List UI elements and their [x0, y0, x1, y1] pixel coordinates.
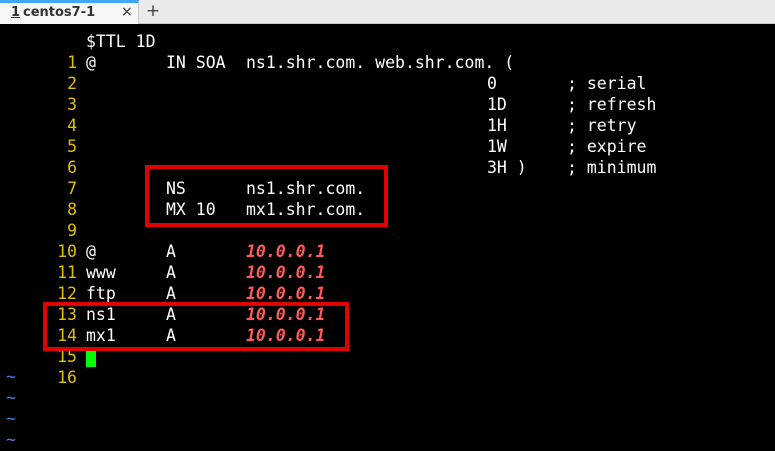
line-number: 16 — [57, 368, 77, 387]
record-name: www — [86, 263, 116, 282]
record-name: @ — [86, 242, 96, 261]
soa-comment: ; retry — [567, 116, 637, 135]
editor-line: 13 ftp A 10.0.0.1 — [0, 283, 775, 324]
tab-centos7-1[interactable]: 1 centos7-1 × — [0, 0, 139, 24]
code-text: @ — [86, 53, 96, 72]
empty-line-marker: ~ — [6, 388, 16, 407]
code-text: $TTL 1D — [86, 32, 156, 51]
soa-comment: ; expire — [567, 137, 647, 156]
close-icon[interactable]: × — [121, 4, 133, 20]
ip-address: 10.0.0.1 — [246, 242, 326, 261]
editor-line: 1 $TTL 1D — [0, 31, 775, 72]
soa-comment: ; minimum — [567, 158, 657, 177]
tab-bar: 1 centos7-1 × + — [0, 0, 775, 24]
soa-value: 1W — [487, 137, 507, 156]
code-text: IN SOA — [166, 53, 226, 72]
empty-line-marker: ~ — [6, 409, 16, 428]
editor-line: 2 @ IN SOA ns1.shr.com. web.shr.com. ( — [0, 52, 775, 93]
soa-comment: ; serial — [567, 74, 647, 93]
ip-address: 10.0.0.1 — [246, 284, 326, 303]
soa-value: 0 — [487, 74, 497, 93]
highlight-box-ns-mx — [145, 165, 388, 227]
empty-line-marker: ~ — [6, 430, 16, 449]
code-text: ns1.shr.com. web.shr.com. ( — [246, 53, 515, 72]
highlight-box-ns1-mx1 — [43, 302, 349, 351]
soa-value: 1D — [487, 95, 507, 114]
editor-line: 12 www A 10.0.0.1 — [0, 262, 775, 303]
new-tab-button[interactable]: + — [143, 2, 163, 22]
tab-number: 1 — [11, 5, 21, 20]
record-name: ftp — [86, 284, 116, 303]
tab-title: centos7-1 — [23, 5, 96, 20]
editor-line: 4 1D ; refresh — [0, 94, 775, 135]
editor-line: 5 1H ; retry — [0, 115, 775, 156]
soa-value: 1H — [487, 116, 507, 135]
record-type: A — [166, 242, 176, 261]
editor-line: 3 0 ; serial — [0, 73, 775, 114]
ip-address: 10.0.0.1 — [246, 263, 326, 282]
editor-line: 11 @ A 10.0.0.1 — [0, 241, 775, 282]
record-type: A — [166, 284, 176, 303]
soa-comment: ; refresh — [567, 95, 657, 114]
record-type: A — [166, 263, 176, 282]
soa-value: 3H ) — [487, 158, 527, 177]
editor-line: 6 1W ; expire — [0, 136, 775, 177]
empty-line-marker: ~ — [6, 367, 16, 386]
